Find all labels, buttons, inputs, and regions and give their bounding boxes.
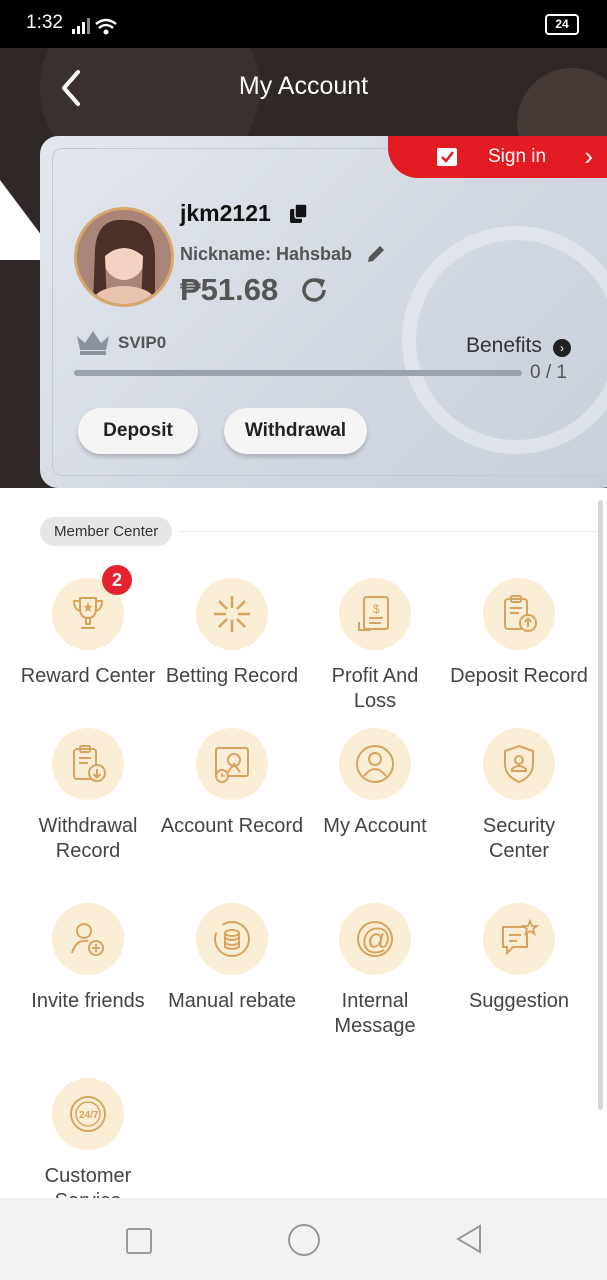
user-icon [339, 728, 411, 800]
account-record-icon [196, 728, 268, 800]
member-item-label: Suggestion [468, 990, 570, 1012]
balance-value: ₱51.68 [180, 272, 279, 307]
member-item-label: Invite friends [31, 990, 145, 1012]
support-247-icon: 24/7 [52, 1078, 124, 1150]
svg-text:@: @ [361, 923, 391, 956]
member-item-label: Internal Message [334, 990, 416, 1037]
status-time: 1:32 [26, 12, 63, 33]
member-item-label: Withdrawal Record [38, 815, 138, 862]
nickname: Nickname: Hahsbab [180, 244, 353, 264]
refresh-icon[interactable] [298, 274, 330, 306]
edit-pencil-icon[interactable] [366, 244, 386, 264]
home-icon[interactable] [288, 1224, 320, 1256]
chat-star-icon [483, 903, 555, 975]
signin-button[interactable]: Sign in › [388, 136, 607, 178]
system-nav-bar [0, 1198, 607, 1280]
battery-icon: 24 [545, 14, 579, 35]
back-triangle-icon[interactable] [455, 1224, 483, 1254]
clipboard-download-icon [52, 728, 124, 800]
chevron-circle-right-icon[interactable]: › [553, 339, 571, 357]
add-user-icon [52, 903, 124, 975]
member-item-label: Betting Record [165, 665, 299, 687]
page-title: My Account [238, 72, 369, 100]
member-item-label: Manual rebate [168, 990, 296, 1012]
chevron-right-icon: › [584, 141, 593, 171]
clipboard-upload-icon [483, 578, 555, 650]
at-icon: @ [339, 903, 411, 975]
scrollbar[interactable] [598, 500, 603, 1110]
copy-icon[interactable] [288, 203, 310, 225]
deposit-button[interactable]: Deposit [78, 408, 198, 454]
crown-icon [77, 331, 109, 355]
divider [180, 531, 600, 532]
member-item-label: My Account [323, 815, 427, 837]
vip-progress-text: 0 / 1 [530, 362, 567, 383]
member-item-label: Security Center [482, 815, 556, 862]
coins-icon [196, 903, 268, 975]
receipt-icon: $ [339, 578, 411, 650]
member-item-label: Deposit Record [450, 665, 588, 687]
shield-user-icon [483, 728, 555, 800]
recent-apps-icon[interactable] [126, 1228, 152, 1254]
benefits-link[interactable]: Benefits [466, 334, 542, 358]
vip-progress-bar [74, 370, 522, 376]
member-item-label: Account Record [160, 815, 304, 837]
member-item-label: Reward Center [20, 665, 156, 687]
username: jkm2121 [180, 200, 271, 226]
withdrawal-button[interactable]: Withdrawal [224, 408, 367, 454]
avatar[interactable] [74, 207, 174, 307]
signal-wifi-icon [72, 18, 117, 35]
betting-icon [196, 578, 268, 650]
svg-text:$: $ [373, 602, 380, 616]
signin-label: Sign in [488, 146, 547, 167]
notification-badge: 2 [102, 565, 132, 595]
calendar-check-icon [437, 148, 457, 166]
member-item-label: Profit And Loss [331, 665, 419, 712]
svg-text:24/7: 24/7 [79, 1110, 99, 1121]
status-bar: 1:32 24 [0, 0, 607, 48]
vip-level: SVIP0 [118, 333, 167, 352]
member-center-label: Member Center [40, 517, 173, 546]
